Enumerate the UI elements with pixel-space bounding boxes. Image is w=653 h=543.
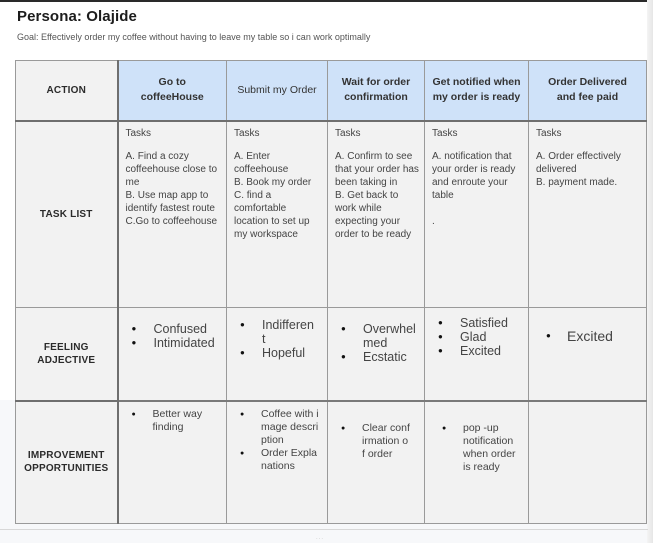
improvement-item: pop -up notification when order is ready [439,422,518,474]
feeling-item: Glad [433,330,524,344]
page-title: Persona: Olajide [17,8,137,25]
task-cell: Tasks A. Confirm to see that your order … [327,120,425,308]
task-cell: Tasks A. Order effectively delivered B. … [528,120,647,308]
task-cell-heading: Tasks [234,127,260,139]
improvement-cell-empty [528,400,647,524]
feeling-list: Indifferent Hopeful [227,308,327,360]
feeling-item: Ecstatic [336,350,416,364]
feeling-list: Confused Intimidated [119,308,227,350]
feeling-item: Indifferent [235,318,315,346]
column-header-get-notified: Get notified when my order is ready [424,60,529,122]
improvement-cell: Coffee with image description Order Expl… [226,400,328,524]
persona-goal: Goal: Effectively order my coffee withou… [17,32,371,42]
feeling-label: FEELING ADJECTIVE [15,307,119,402]
task-cell-body: A. Find a cozy coffeehouse close to me B… [125,150,218,227]
journey-map-table: ACTION Go to coffeeHouse Submit my Order… [15,60,647,524]
column-header-wait-confirmation: Wait for order confirmation [327,60,425,122]
feeling-item: Intimidated [127,336,221,350]
task-cell-heading: Tasks [536,127,562,139]
improvement-item: Better way finding [129,408,207,434]
task-cell-heading: Tasks [125,127,152,139]
task-cell: Tasks A. Find a cozy coffeehouse close t… [117,120,227,308]
resize-handle[interactable]: ... [316,535,324,541]
improvement-list: pop -up notification when order is ready [425,402,528,474]
task-cell-body: A. Order effectively delivered B. paymen… [536,150,621,188]
feeling-list: Satisfied Glad Excited [425,308,528,358]
improvement-item: Clear confirmation of order [338,422,410,461]
feeling-item: Excited [433,344,524,358]
task-cell-body: A. notification that your order is ready… [432,150,516,227]
feeling-cell: Satisfied Glad Excited [424,307,529,402]
task-cell-heading: Tasks [335,127,361,139]
feeling-cell: Excited [528,307,647,402]
task-cell-body: A. Confirm to see that your order has be… [335,150,419,240]
feeling-list: Excited [529,308,646,344]
feeling-item: Overwhelmed [336,322,416,350]
improvement-list: Better way finding [119,402,227,434]
window-top-edge [0,0,653,2]
column-header-go-to-coffeehouse: Go to coffeeHouse [117,60,227,122]
feeling-row: FEELING ADJECTIVE Confused Intimidated I… [15,307,647,402]
table-header-row: ACTION Go to coffeeHouse Submit my Order… [15,60,647,122]
task-cell: Tasks A. Enter coffeehouse B. Book my or… [226,120,328,308]
feeling-cell: Indifferent Hopeful [226,307,328,402]
action-header: ACTION [15,60,119,122]
improvement-item: Order Explanations [237,447,319,473]
improvement-label: IMPROVEMENT OPPORTUNITIES [15,400,119,524]
column-header-order-delivered: Order Delivered and fee paid [528,60,647,122]
feeling-item: Excited [541,328,642,344]
divider [0,529,648,530]
scrollbar-track[interactable] [647,0,653,543]
task-cell: Tasks A. notification that your order is… [424,120,529,308]
improvement-row: IMPROVEMENT OPPORTUNITIES Better way fin… [15,400,647,524]
feeling-cell: Overwhelmed Ecstatic [327,307,425,402]
task-list-row: TASK LIST Tasks A. Find a cozy coffeehou… [15,120,647,308]
feeling-list: Overwhelmed Ecstatic [328,308,424,364]
improvement-item: Coffee with image description [237,408,319,447]
column-header-submit-order: Submit my Order [226,60,328,122]
improvement-cell: Better way finding [117,400,227,524]
task-list-label: TASK LIST [15,120,119,308]
task-cell-body: A. Enter coffeehouse B. Book my order C.… [234,150,312,240]
feeling-item: Hopeful [235,346,315,360]
improvement-cell: Clear confirmation of order [327,400,425,524]
feeling-cell: Confused Intimidated [117,307,227,402]
task-cell-heading: Tasks [432,127,458,139]
improvement-list: Clear confirmation of order [328,402,424,461]
feeling-item: Confused [127,322,221,336]
improvement-list: Coffee with image description Order Expl… [227,402,327,473]
improvement-cell: pop -up notification when order is ready [424,400,529,524]
feeling-item: Satisfied [433,316,524,330]
